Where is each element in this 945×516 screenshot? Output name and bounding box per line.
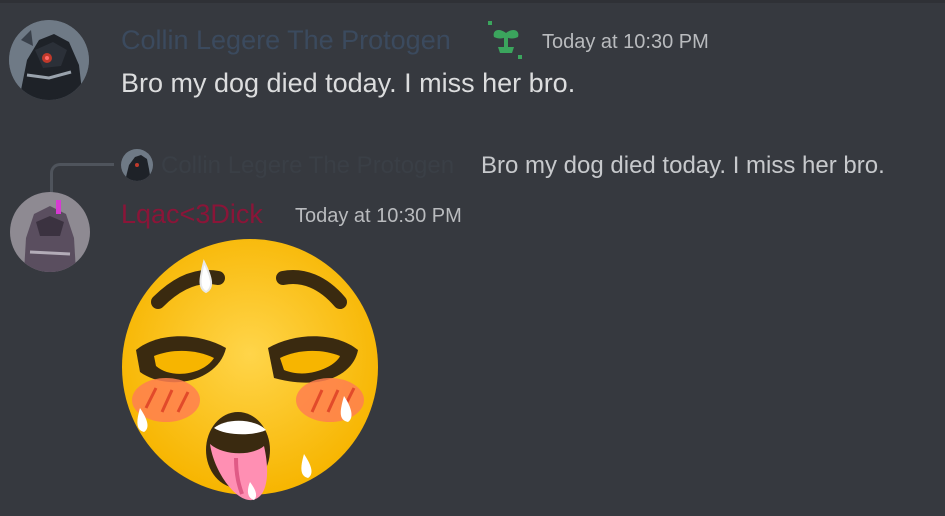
sprout-nitro-icon[interactable] [484,17,528,61]
message-author-name[interactable]: Lqac<3Dick [121,199,263,230]
chat-message-list: Collin Legere The Protogen Today at 10:3… [0,0,945,516]
flushed-ahegao-emoji[interactable] [118,232,383,502]
user-avatar-collin[interactable] [9,20,89,100]
message-timestamp[interactable]: Today at 10:30 PM [295,205,462,228]
reply-avatar[interactable] [121,149,153,181]
top-divider [0,0,945,3]
message-timestamp[interactable]: Today at 10:30 PM [542,31,709,54]
reply-content-preview[interactable]: Bro my dog died today. I miss her bro. [481,152,885,180]
reply-author-name[interactable]: Collin Legere The Protogen [161,152,454,180]
message-author-name[interactable]: Collin Legere The Protogen [121,25,451,56]
reply-spine [50,163,114,193]
user-avatar-lqac[interactable] [10,192,90,272]
message-content: Bro my dog died today. I miss her bro. [121,68,576,98]
